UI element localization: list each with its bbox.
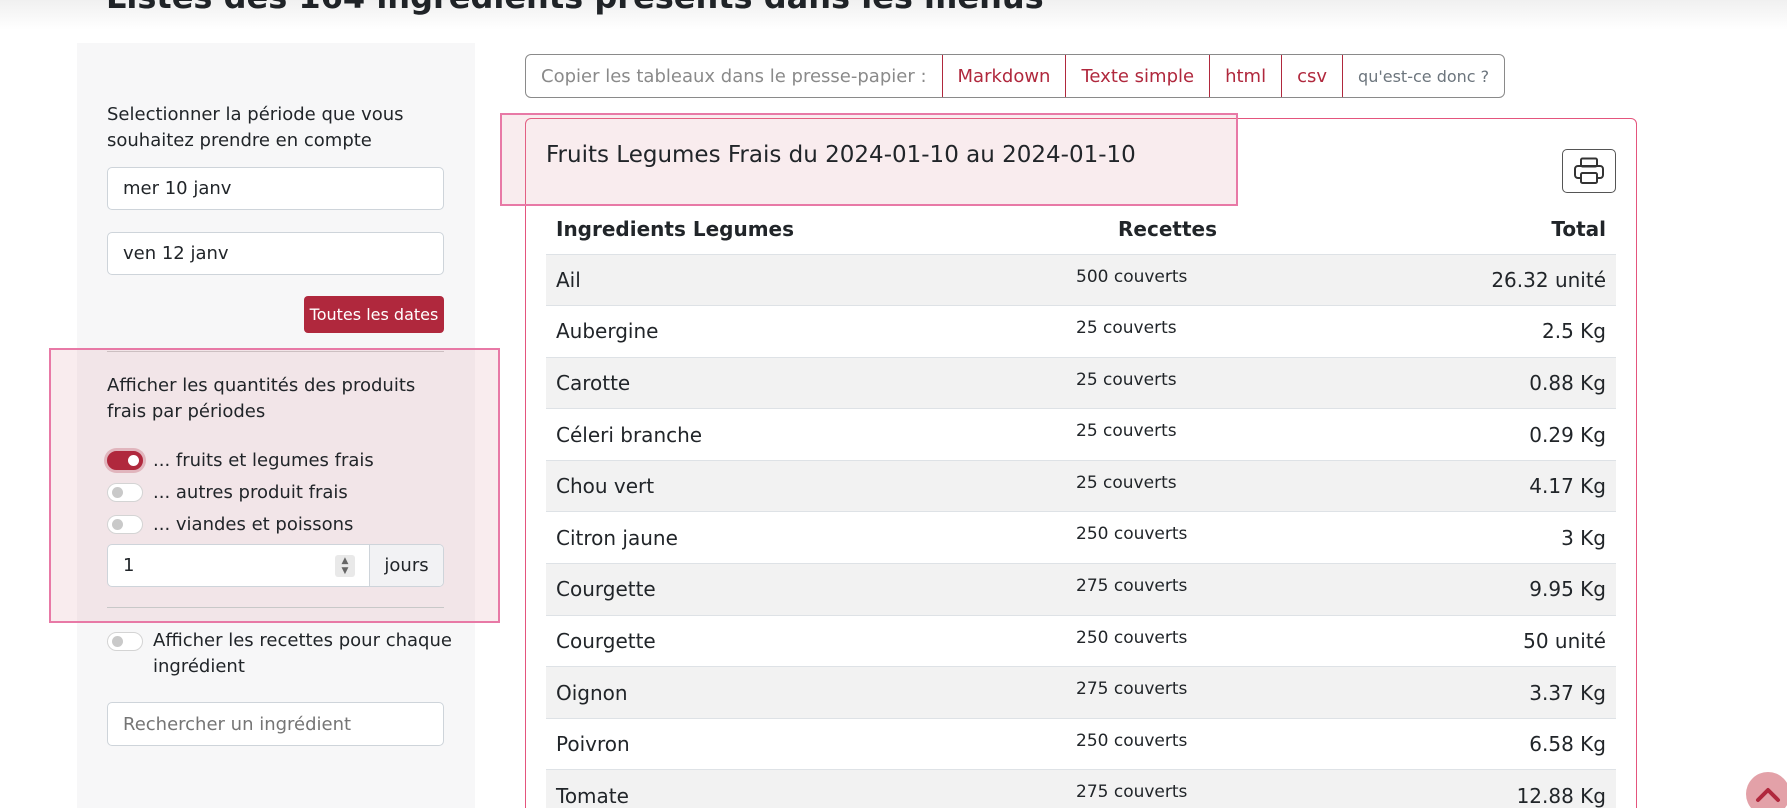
period-label: Selectionner la période que vous souhait… [107,104,404,151]
period-days-group: 1 ▲ ▼ jours [107,544,444,587]
toggle-knob [112,518,123,530]
toggle-switch[interactable] [107,482,143,502]
copy-help-button[interactable]: qu'est-ce donc ? [1342,55,1504,97]
table-row: Citron jaune 250 couverts 3 Kg [546,511,1616,565]
scroll-to-top-button[interactable] [1746,772,1787,808]
ingredient-name: Chou vert [546,460,1066,513]
ingredient-total: 0.29 Kg [1366,408,1616,461]
ingredient-recipes: 250 couverts [1066,615,1366,668]
ingredient-total: 6.58 Kg [1366,718,1616,771]
ingredient-total: 50 unité [1366,615,1616,668]
ingredient-name: Tomate [546,769,1066,808]
ingredient-name: Oignon [546,666,1066,719]
stepper-icon[interactable]: ▲ ▼ [335,555,355,577]
ingredient-recipes: 250 couverts [1066,718,1366,771]
toggle-label: ... viandes et poissons [153,513,354,535]
ingredient-name: Courgette [546,563,1066,616]
table-row: Céleri branche 25 couverts 0.29 Kg [546,408,1616,461]
period-days-value: 1 [123,555,135,576]
table-row: Courgette 250 couverts 50 unité [546,615,1616,668]
ingredient-total: 4.17 Kg [1366,460,1616,513]
toggle-viandes-poissons[interactable]: ... viandes et poissons [107,511,353,537]
quantities-label: Afficher les quantités des produits frai… [107,375,416,422]
copy-markdown-button[interactable]: Markdown [941,55,1066,97]
ingredient-recipes: 275 couverts [1066,563,1366,616]
date-end-input[interactable]: ven 12 janv [107,232,444,275]
all-dates-button[interactable]: Toutes les dates [304,296,444,333]
copy-text-button[interactable]: Texte simple [1065,55,1209,97]
period-days-input[interactable]: 1 ▲ ▼ [108,545,369,586]
ingredient-name: Ail [546,254,1066,307]
table-row: Tomate 275 couverts 12.88 Kg [546,769,1616,808]
toggle-knob [112,636,123,647]
ingredient-recipes: 500 couverts [1066,254,1366,307]
ingredient-name: Céleri branche [546,408,1066,461]
ingredient-total: 3 Kg [1366,511,1616,565]
ingredient-name: Courgette [546,615,1066,668]
toggle-knob [112,486,123,498]
ingredient-recipes: 25 couverts [1066,460,1366,513]
toggle-knob [128,454,139,466]
toggle-switch[interactable] [107,632,143,651]
column-header-total[interactable]: Total [1366,204,1616,255]
print-button[interactable] [1562,149,1616,193]
date-start-input[interactable]: mer 10 janv [107,167,444,210]
toggle-label: ... autres produit frais [153,481,348,503]
table-header-row: Ingredients Legumes Recettes Total [546,204,1616,255]
chevron-up-icon [1756,788,1780,802]
table-row: Oignon 275 couverts 3.37 Kg [546,666,1616,719]
table-row: Poivron 250 couverts 6.58 Kg [546,718,1616,771]
toggle-show-recipes[interactable]: Afficher les recettes pour chaque ingréd… [107,628,453,680]
ingredient-name: Citron jaune [546,511,1066,565]
ingredient-total: 0.88 Kg [1366,357,1616,410]
ingredient-recipes: 25 couverts [1066,305,1366,358]
ingredient-recipes: 275 couverts [1066,769,1366,808]
ingredient-recipes: 250 couverts [1066,511,1366,565]
ingredient-total: 9.95 Kg [1366,563,1616,616]
ingredient-recipes: 25 couverts [1066,408,1366,461]
ingredient-recipes: 25 couverts [1066,357,1366,410]
divider [107,607,444,608]
copy-csv-button[interactable]: csv [1281,55,1342,97]
table-row: Aubergine 25 couverts 2.5 Kg [546,305,1616,358]
table-row: Carotte 25 couverts 0.88 Kg [546,357,1616,410]
copy-toolbar: Copier les tableaux dans le presse-papie… [525,54,1506,98]
ingredient-recipes: 275 couverts [1066,666,1366,719]
table-row: Courgette 275 couverts 9.95 Kg [546,563,1616,616]
toggle-fruits-legumes[interactable]: ... fruits et legumes frais [107,447,374,473]
toggle-switch[interactable] [107,514,143,534]
ingredient-total: 3.37 Kg [1366,666,1616,719]
printer-icon [1574,157,1604,184]
table-row: Ail 500 couverts 26.32 unité [546,254,1616,307]
toggle-label: Afficher les recettes pour chaque ingréd… [153,630,452,677]
ingredient-name: Aubergine [546,305,1066,358]
table-row: Chou vert 25 couverts 4.17 Kg [546,460,1616,513]
page-title: Listes des 164 ingrédients présents dans… [106,0,1044,16]
ingredient-total: 26.32 unité [1366,254,1616,307]
period-unit: jours [369,545,443,586]
ingredient-name: Carotte [546,357,1066,410]
copy-toolbar-label: Copier les tableaux dans le presse-papie… [541,65,927,87]
ingredient-search-input[interactable]: Rechercher un ingrédient [107,702,444,746]
ingredient-total: 2.5 Kg [1366,305,1616,358]
ingredients-table: Ingredients Legumes Recettes Total Ail 5… [546,204,1616,808]
toggle-switch[interactable] [107,450,143,470]
ingredient-total: 12.88 Kg [1366,769,1616,808]
ingredient-name: Poivron [546,718,1066,771]
toggle-autres-produits[interactable]: ... autres produit frais [107,479,348,505]
copy-html-button[interactable]: html [1209,55,1281,97]
card-title: Fruits Legumes Frais du 2024-01-10 au 20… [546,142,1136,168]
column-header-ingredient[interactable]: Ingredients Legumes [546,204,1066,255]
toggle-label: ... fruits et legumes frais [153,449,374,471]
column-header-recipes[interactable]: Recettes [1066,204,1366,255]
